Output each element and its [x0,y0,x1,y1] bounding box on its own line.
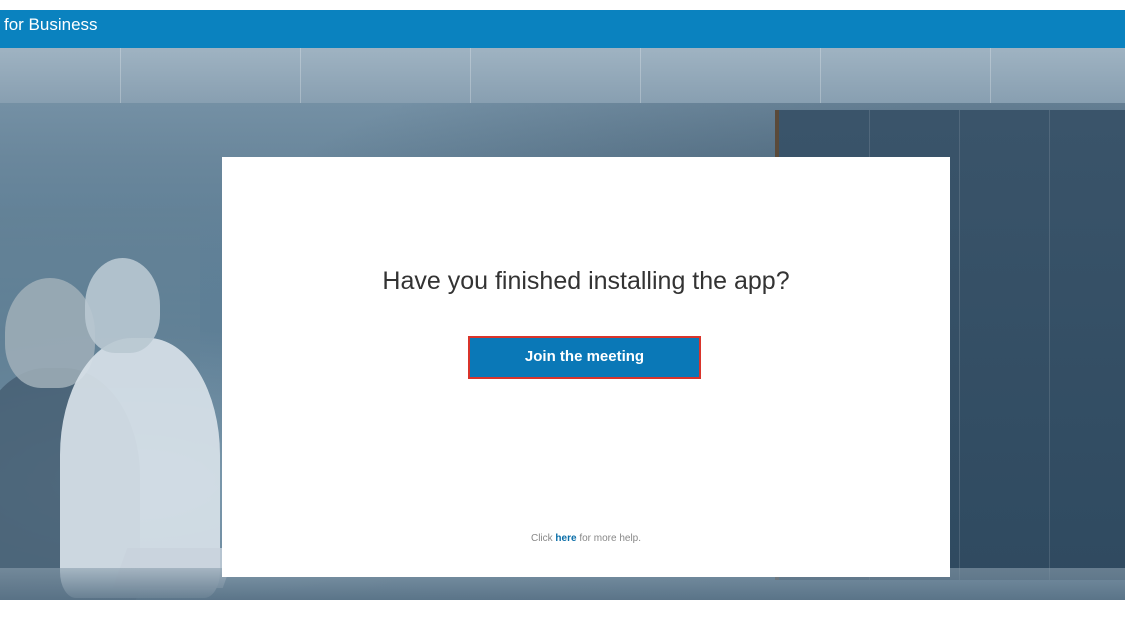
install-confirm-dialog: Have you finished installing the app? Jo… [222,157,950,577]
help-suffix: for more help. [576,533,642,544]
help-prefix: Click [530,533,556,544]
join-meeting-button[interactable]: Join the meeting [468,336,701,379]
help-text: Click here for more help. [222,533,950,544]
top-bar: for Business [0,10,1125,48]
brand-title: for Business [4,15,98,34]
background-person-2-head [85,258,160,353]
dialog-question: Have you finished installing the app? [382,267,790,295]
app-window: for Business Have you finished installin… [0,10,1125,600]
help-link[interactable]: here [555,533,576,544]
background-ceiling [0,48,1125,103]
